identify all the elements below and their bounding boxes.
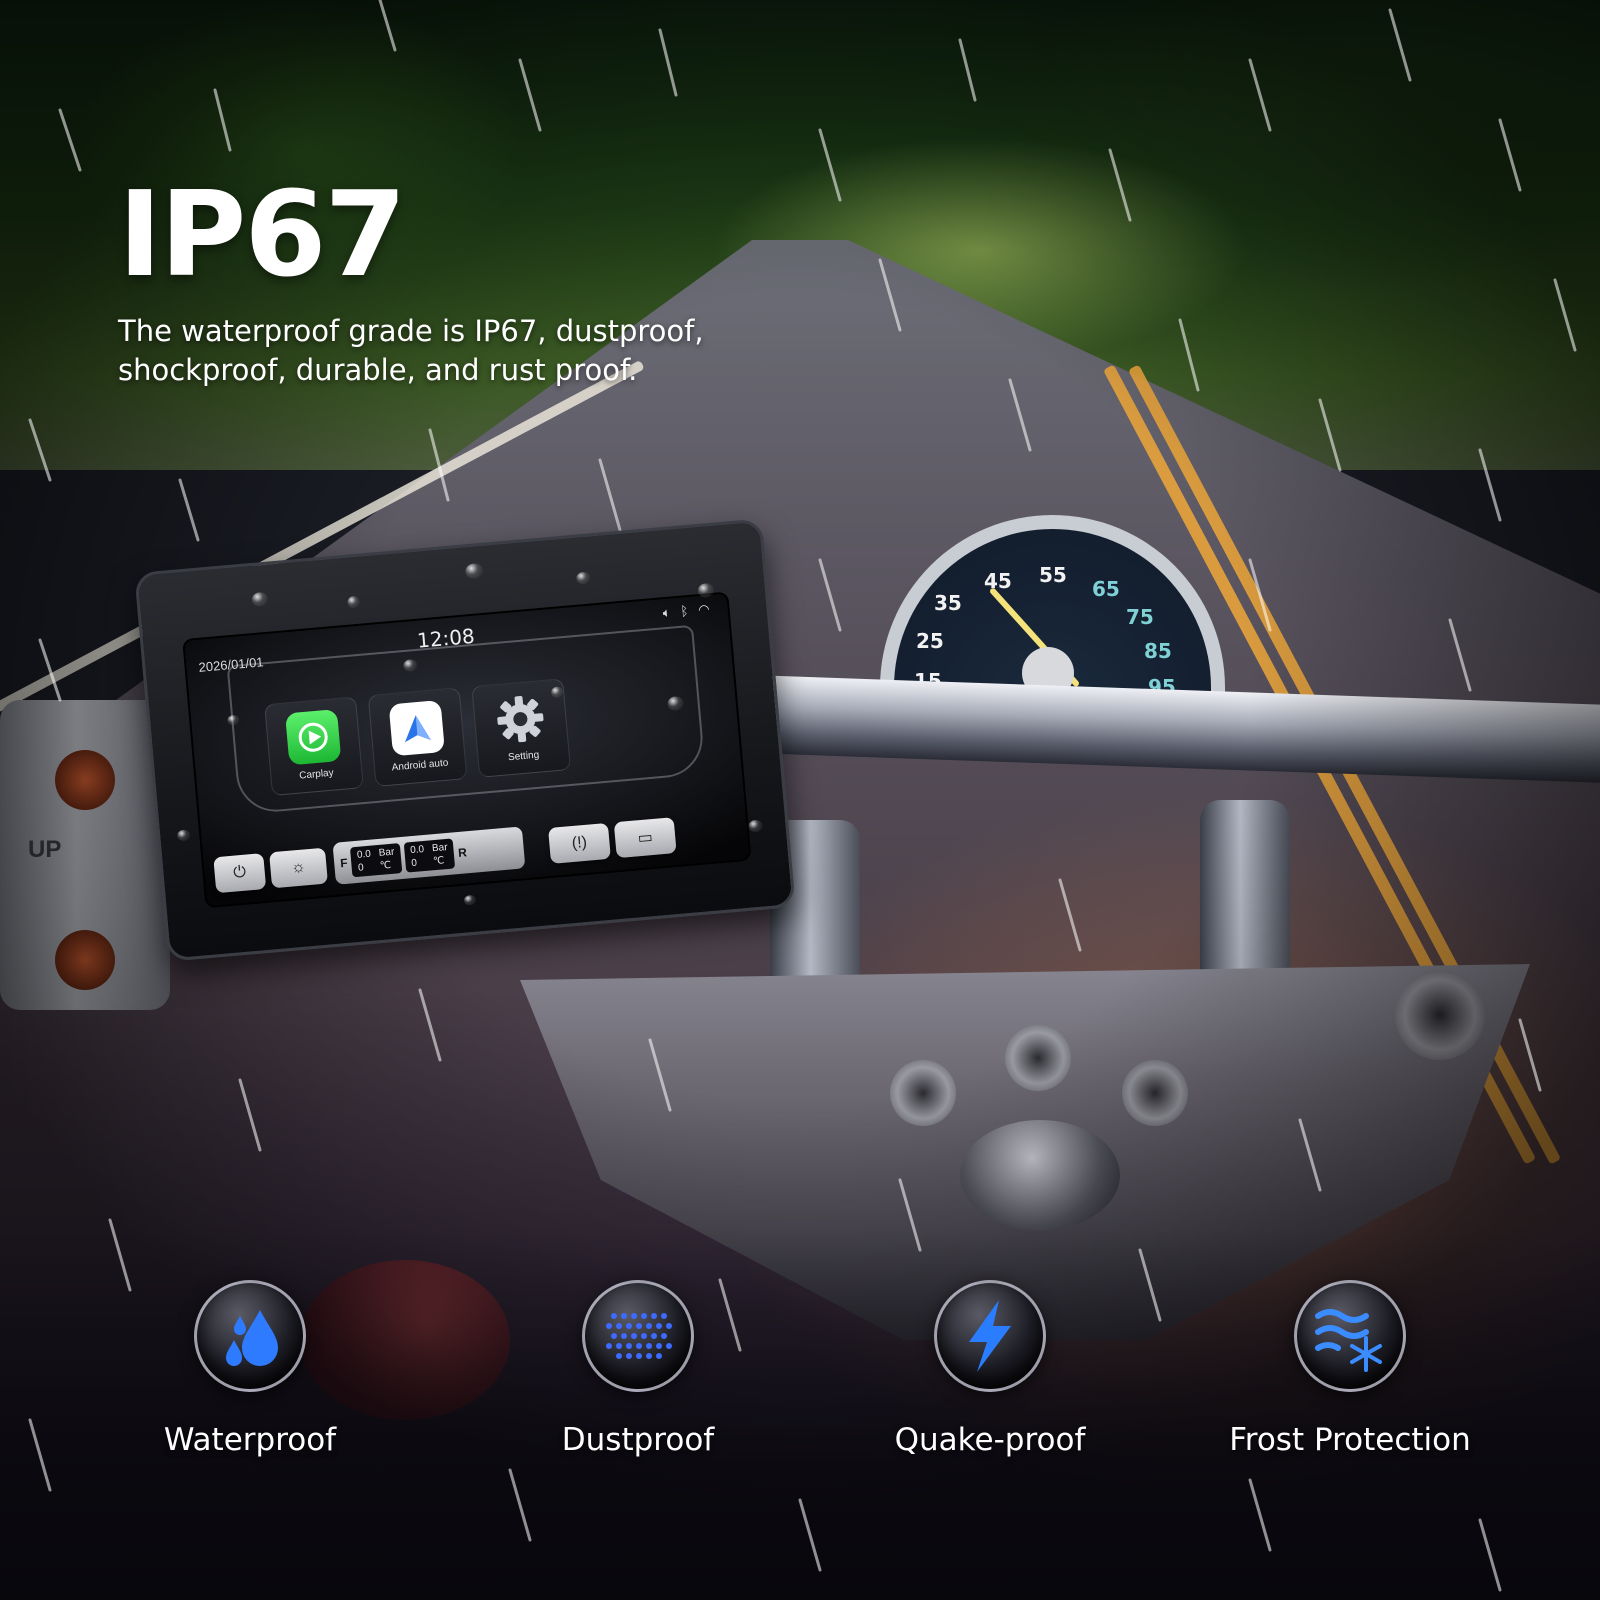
feature-label: Dustproof [561, 1422, 715, 1458]
description-line-1: The waterproof grade is IP67, dustproof, [118, 314, 704, 348]
app-tile-carplay[interactable]: Carplay [264, 696, 364, 797]
tpms-front-values: 0.0 Bar 0 ℃ [350, 843, 403, 878]
brightness-icon: ☼ [290, 858, 307, 877]
feature-label: Waterproof [163, 1422, 337, 1458]
gear-icon [492, 691, 548, 747]
frost-wind-icon [1294, 1280, 1406, 1392]
bluetooth-icon: ᛒ [679, 603, 689, 619]
tire-pressure-icon: (!) [571, 833, 588, 853]
feature-waterproof: Waterproof [90, 1280, 410, 1458]
tpms-rear-temp: 0 [410, 857, 418, 870]
brightness-button[interactable]: ☼ [269, 847, 328, 889]
tpms-front-temp-unit: ℃ [379, 859, 392, 872]
screen-mirror-button[interactable]: ▭ [613, 817, 677, 859]
feature-dustproof: Dustproof [478, 1280, 798, 1458]
power-button[interactable]: ⏻ [213, 853, 267, 894]
water-drops-icon [194, 1280, 306, 1392]
app-tile-setting[interactable]: Setting [471, 678, 572, 778]
feature-label: Quake-proof [894, 1422, 1086, 1458]
feature-row: Waterproof Dustproof Quake-proof Frost P… [0, 1280, 1600, 1480]
android-auto-icon [388, 699, 445, 757]
speaker-icon: 🔈︎ [662, 604, 672, 621]
carplay-icon [285, 709, 342, 766]
tpms-front-pressure: 0.0 [356, 848, 372, 861]
tpms-rear-values: 0.0 Bar 0 ℃ [403, 838, 456, 873]
tire-pressure-button[interactable]: (!) [547, 822, 611, 864]
dust-dots-icon [582, 1280, 694, 1392]
status-icons: 🔈︎ ᛒ ◠ [662, 601, 710, 621]
tpms-rear-pressure: 0.0 [409, 844, 425, 857]
description-line-2: shockproof, durable, and rust proof. [118, 353, 638, 387]
feature-frost-protection: Frost Protection [1190, 1280, 1510, 1458]
app-label: Carplay [298, 767, 335, 782]
tpms-rear-label: R [457, 845, 468, 861]
headline-description: The waterproof grade is IP67, dustproof,… [118, 312, 818, 390]
wifi-icon: ◠ [697, 601, 711, 618]
status-time: 12:08 [416, 623, 476, 653]
tpms-rear-temp-unit: ℃ [432, 855, 445, 868]
power-icon: ⏻ [232, 863, 247, 882]
tpms-front-temp: 0 [357, 862, 365, 874]
feature-quake-proof: Quake-proof [830, 1280, 1150, 1458]
carplay-device: 2026/01/01 12:08 🔈︎ ᛒ ◠ Carplay Android … [134, 518, 796, 962]
headline-ip67: IP67 [118, 165, 407, 303]
app-label: Android auto [391, 757, 449, 774]
tpms-front-label: F [339, 855, 349, 871]
feature-label: Frost Protection [1229, 1422, 1471, 1458]
app-tile-android-auto[interactable]: Android auto [367, 687, 468, 787]
app-label: Setting [507, 749, 540, 764]
device-screen: 2026/01/01 12:08 🔈︎ ᛒ ◠ Carplay Android … [182, 591, 752, 909]
lightning-icon [934, 1280, 1046, 1392]
tpms-readout: F 0.0 Bar 0 ℃ 0.0 Bar 0 ℃ R [332, 826, 526, 885]
screen-mirror-icon: ▭ [636, 829, 654, 848]
